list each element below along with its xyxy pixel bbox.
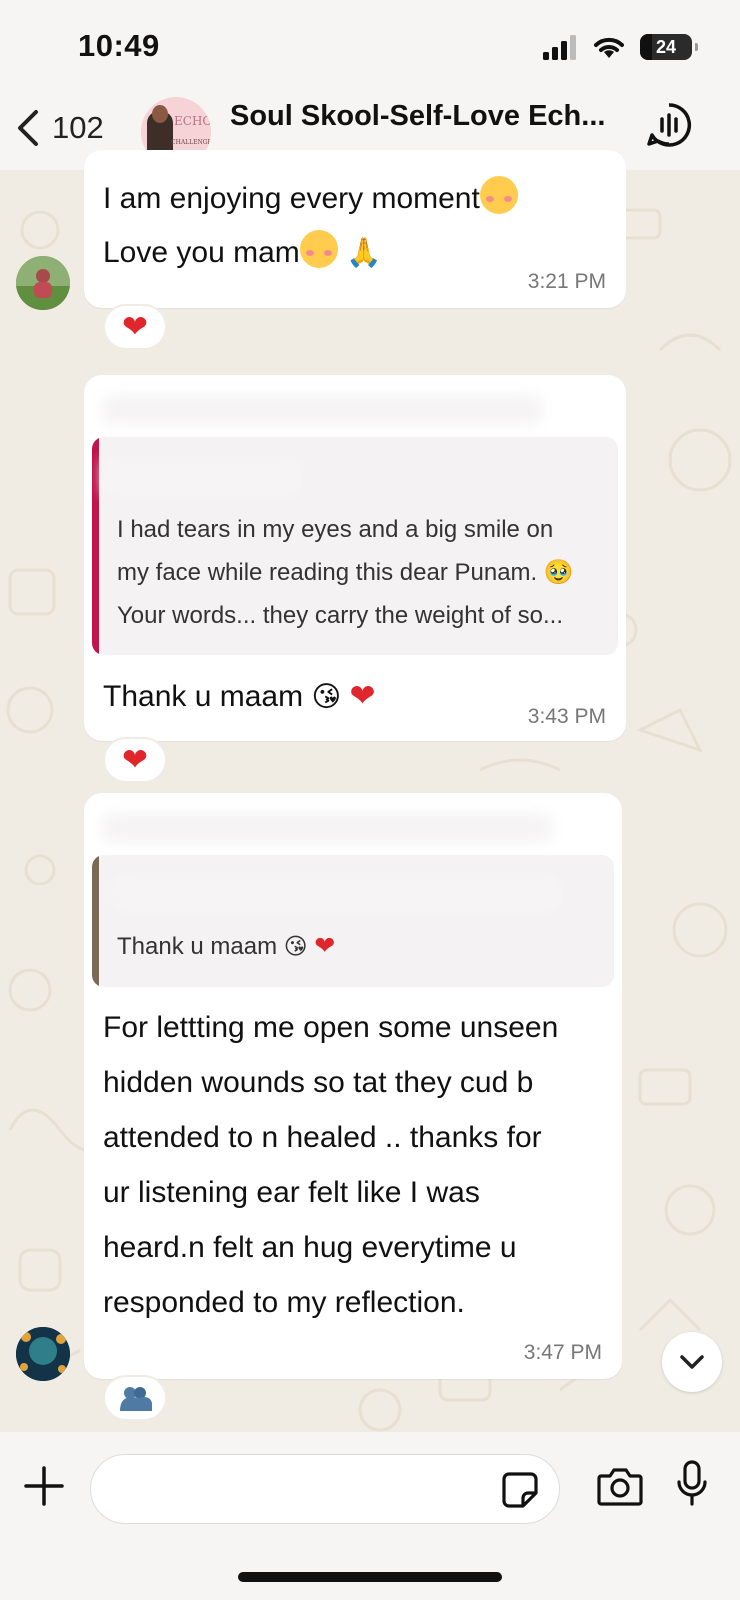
quote-sender-redacted xyxy=(102,457,302,497)
face-blowing-kiss-emoji: 😘 xyxy=(283,933,308,959)
reaction-badge[interactable]: ❤ xyxy=(103,737,167,783)
sender-avatar[interactable] xyxy=(16,1327,70,1381)
voice-chat-icon[interactable] xyxy=(646,102,692,148)
status-icons: 24 xyxy=(542,34,698,60)
quoted-message[interactable]: Thank u maam 😘 ❤ xyxy=(92,855,614,987)
reaction-badge[interactable] xyxy=(103,1375,167,1421)
avatar-person-head xyxy=(152,105,168,123)
message-line: attended to n healed .. thanks for xyxy=(103,1121,542,1154)
message-line: heard.n felt an hug everytime u xyxy=(103,1231,517,1264)
message-bubble[interactable]: I had tears in my eyes and a big smile o… xyxy=(84,375,626,741)
quote-line: my face while reading this dear Punam. 🥹 xyxy=(117,559,574,586)
people-hugging-icon xyxy=(120,1387,152,1411)
camera-icon[interactable] xyxy=(597,1466,643,1506)
unread-count: 102 xyxy=(52,110,104,145)
message-bubble[interactable]: I am enjoying every moment Love you mam … xyxy=(84,150,626,308)
sender-avatar[interactable] xyxy=(16,256,70,310)
avatar-logo-text: ECHO xyxy=(174,114,211,128)
message-time: 3:21 PM xyxy=(527,270,606,293)
heart-reaction-icon: ❤ xyxy=(122,742,148,777)
folded-hands-emoji: 🙏 xyxy=(346,237,382,269)
quote-sender-redacted xyxy=(112,873,562,913)
quote-line: I had tears in my eyes and a big smile o… xyxy=(117,516,554,543)
message-composer xyxy=(0,1432,740,1600)
message-line: responded to my reflection. xyxy=(103,1286,465,1319)
cellular-signal-icon xyxy=(543,35,576,60)
sender-avatar-photo xyxy=(16,1327,70,1381)
message-text: Thank u maam 😘 ❤ xyxy=(103,668,375,725)
red-heart-emoji: ❤ xyxy=(314,932,336,960)
quote-line: Your words... they carry the weight of s… xyxy=(117,602,563,629)
message-time: 3:43 PM xyxy=(527,705,606,728)
sticker-icon[interactable] xyxy=(501,1471,539,1509)
message-line: Love you mam xyxy=(103,236,300,269)
quoted-message[interactable]: I had tears in my eyes and a big smile o… xyxy=(92,437,618,655)
back-chevron-icon xyxy=(18,110,38,146)
battery-indicator: 24 xyxy=(640,34,698,60)
message-line: ur listening ear felt like I was xyxy=(103,1176,480,1209)
message-input[interactable] xyxy=(90,1454,560,1524)
group-title[interactable]: Soul Skool-Self-Love Ech... xyxy=(230,100,605,133)
back-button[interactable]: 102 xyxy=(14,108,104,148)
sender-name-redacted xyxy=(102,395,542,425)
smiling-face-with-hearts-emoji xyxy=(479,176,518,214)
heart-reaction-icon: ❤ xyxy=(122,309,148,344)
quote-accent-bar xyxy=(92,855,99,987)
quote-text: Thank u maam xyxy=(117,933,278,960)
plus-icon[interactable] xyxy=(24,1466,64,1506)
avatar-logo-subtext: CHALLENGE xyxy=(171,139,211,146)
message-time: 3:47 PM xyxy=(523,1341,602,1364)
message-line: For lettting me open some unseen xyxy=(103,1011,559,1044)
message-line: I am enjoying every moment xyxy=(103,182,480,215)
battery-level: 24 xyxy=(655,36,677,57)
status-time: 10:49 xyxy=(78,28,160,63)
red-heart-emoji: ❤ xyxy=(349,678,376,713)
sender-name-redacted xyxy=(102,813,552,843)
reaction-badge[interactable]: ❤ xyxy=(103,304,167,350)
message-body: For lettting me open some unseen hidden … xyxy=(103,1000,558,1330)
smiling-face-with-hearts-emoji xyxy=(299,230,338,268)
microphone-icon[interactable] xyxy=(676,1460,708,1508)
message-text: Love you mam 🙏 xyxy=(103,225,382,281)
face-blowing-kiss-emoji: 😘 xyxy=(311,681,342,713)
home-indicator xyxy=(238,1572,502,1582)
message-text: I am enjoying every moment xyxy=(103,171,518,226)
status-bar: 10:49 24 xyxy=(0,0,740,92)
wifi-icon xyxy=(594,37,624,58)
quote-line: Thank u maam 😘 ❤ xyxy=(117,925,335,968)
chevron-down-icon xyxy=(680,1355,704,1369)
quote-accent-bar xyxy=(92,437,99,655)
battery-level-fill xyxy=(640,34,653,60)
scroll-to-bottom-button[interactable] xyxy=(662,1332,722,1392)
message-line: Thank u maam xyxy=(103,680,304,713)
sender-avatar-photo xyxy=(16,256,70,310)
message-bubble[interactable]: Thank u maam 😘 ❤ For lettting me open so… xyxy=(84,793,622,1379)
message-line: hidden wounds so tat they cud b xyxy=(103,1066,534,1099)
